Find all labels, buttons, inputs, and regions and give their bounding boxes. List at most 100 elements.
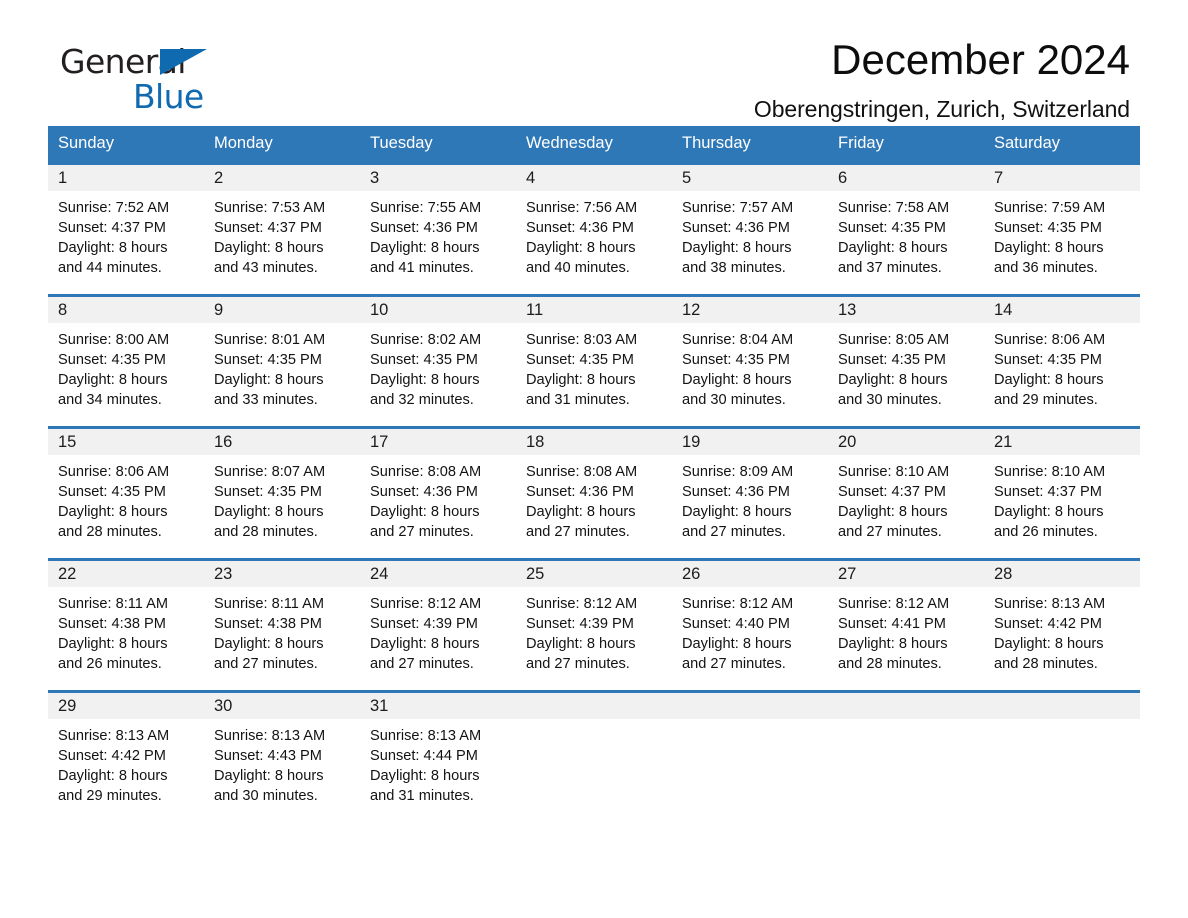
day-cell-body: 22 Sunrise: 8:11 AM Sunset: 4:38 PM Dayli… xyxy=(48,561,204,677)
day-cell-body: 3 Sunrise: 7:55 AM Sunset: 4:36 PM Daylig… xyxy=(360,165,516,281)
calendar-day-cell[interactable]: 16 Sunrise: 8:07 AM Sunset: 4:35 PM Dayli… xyxy=(204,429,360,545)
weekday-header-friday: Friday xyxy=(828,126,984,162)
calendar-day-cell[interactable]: 12 Sunrise: 8:04 AM Sunset: 4:35 PM Dayli… xyxy=(672,297,828,413)
weekday-header-thursday: Thursday xyxy=(672,126,828,162)
week-spacer-cell xyxy=(48,545,1140,558)
day-sun-info: Sunrise: 8:09 AM Sunset: 4:36 PM Dayligh… xyxy=(682,464,794,540)
calendar-day-cell[interactable]: 8 Sunrise: 8:00 AM Sunset: 4:35 PM Daylig… xyxy=(48,297,204,413)
calendar-day-cell[interactable]: 7 Sunrise: 7:59 AM Sunset: 4:35 PM Daylig… xyxy=(984,165,1140,281)
day-cell-body: 24 Sunrise: 8:12 AM Sunset: 4:39 PM Dayli… xyxy=(360,561,516,677)
day-cell-body: 2 Sunrise: 7:53 AM Sunset: 4:37 PM Daylig… xyxy=(204,165,360,281)
calendar-day-cell[interactable]: 23 Sunrise: 8:11 AM Sunset: 4:38 PM Dayli… xyxy=(204,561,360,677)
day-cell-body: 14 Sunrise: 8:06 AM Sunset: 4:35 PM Dayli… xyxy=(984,297,1140,413)
week-spacer-cell xyxy=(48,677,1140,690)
generalblue-logo[interactable]: General Blue xyxy=(60,45,260,117)
day-number: 26 xyxy=(672,561,828,587)
day-number: 6 xyxy=(828,165,984,191)
day-sun-info: Sunrise: 7:58 AM Sunset: 4:35 PM Dayligh… xyxy=(838,200,950,276)
day-number: 13 xyxy=(828,297,984,323)
calendar-day-cell[interactable]: 5 Sunrise: 7:57 AM Sunset: 4:36 PM Daylig… xyxy=(672,165,828,281)
day-sun-info: Sunrise: 8:01 AM Sunset: 4:35 PM Dayligh… xyxy=(214,332,326,408)
day-number xyxy=(984,693,1140,719)
calendar-week-row: 29 Sunrise: 8:13 AM Sunset: 4:42 PM Dayli… xyxy=(48,693,1140,809)
day-cell-body: 6 Sunrise: 7:58 AM Sunset: 4:35 PM Daylig… xyxy=(828,165,984,281)
day-number: 1 xyxy=(48,165,204,191)
logo-text-general: General xyxy=(60,45,260,78)
calendar-day-cell[interactable]: 20 Sunrise: 8:10 AM Sunset: 4:37 PM Dayli… xyxy=(828,429,984,545)
day-sun-info: Sunrise: 8:10 AM Sunset: 4:37 PM Dayligh… xyxy=(994,464,1106,540)
day-cell-body: 7 Sunrise: 7:59 AM Sunset: 4:35 PM Daylig… xyxy=(984,165,1140,281)
weekday-header-tuesday: Tuesday xyxy=(360,126,516,162)
day-sun-info: Sunrise: 8:02 AM Sunset: 4:35 PM Dayligh… xyxy=(370,332,482,408)
day-sun-info xyxy=(984,719,1140,726)
day-cell-body: 4 Sunrise: 7:56 AM Sunset: 4:36 PM Daylig… xyxy=(516,165,672,281)
day-cell-body: 31 Sunrise: 8:13 AM Sunset: 4:44 PM Dayli… xyxy=(360,693,516,809)
day-number xyxy=(672,693,828,719)
calendar-day-cell[interactable]: 15 Sunrise: 8:06 AM Sunset: 4:35 PM Dayli… xyxy=(48,429,204,545)
day-sun-info: Sunrise: 8:06 AM Sunset: 4:35 PM Dayligh… xyxy=(994,332,1106,408)
day-cell-body: 8 Sunrise: 8:00 AM Sunset: 4:35 PM Daylig… xyxy=(48,297,204,413)
day-number: 30 xyxy=(204,693,360,719)
calendar-week-row: 8 Sunrise: 8:00 AM Sunset: 4:35 PM Daylig… xyxy=(48,297,1140,413)
day-cell-body: 30 Sunrise: 8:13 AM Sunset: 4:43 PM Dayli… xyxy=(204,693,360,809)
day-number xyxy=(828,693,984,719)
day-cell-body: 28 Sunrise: 8:13 AM Sunset: 4:42 PM Dayli… xyxy=(984,561,1140,677)
calendar-day-cell[interactable]: 1 Sunrise: 7:52 AM Sunset: 4:37 PM Daylig… xyxy=(48,165,204,281)
calendar-grid: Sunday Monday Tuesday Wednesday Thursday… xyxy=(48,126,1140,809)
day-cell-body: 10 Sunrise: 8:02 AM Sunset: 4:35 PM Dayli… xyxy=(360,297,516,413)
day-number: 28 xyxy=(984,561,1140,587)
day-number: 11 xyxy=(516,297,672,323)
blue-triangle-icon xyxy=(160,49,207,75)
calendar-day-cell[interactable]: 6 Sunrise: 7:58 AM Sunset: 4:35 PM Daylig… xyxy=(828,165,984,281)
day-sun-info: Sunrise: 8:08 AM Sunset: 4:36 PM Dayligh… xyxy=(370,464,482,540)
calendar-day-cell[interactable]: 21 Sunrise: 8:10 AM Sunset: 4:37 PM Dayli… xyxy=(984,429,1140,545)
day-number: 4 xyxy=(516,165,672,191)
calendar-day-cell[interactable]: 9 Sunrise: 8:01 AM Sunset: 4:35 PM Daylig… xyxy=(204,297,360,413)
day-sun-info: Sunrise: 7:55 AM Sunset: 4:36 PM Dayligh… xyxy=(370,200,482,276)
calendar-day-cell[interactable]: 24 Sunrise: 8:12 AM Sunset: 4:39 PM Dayli… xyxy=(360,561,516,677)
calendar-day-cell[interactable]: 18 Sunrise: 8:08 AM Sunset: 4:36 PM Dayli… xyxy=(516,429,672,545)
calendar-day-cell[interactable]: 2 Sunrise: 7:53 AM Sunset: 4:37 PM Daylig… xyxy=(204,165,360,281)
calendar-day-cell[interactable]: 13 Sunrise: 8:05 AM Sunset: 4:35 PM Dayli… xyxy=(828,297,984,413)
calendar-day-cell[interactable]: 19 Sunrise: 8:09 AM Sunset: 4:36 PM Dayli… xyxy=(672,429,828,545)
calendar-week-row: 15 Sunrise: 8:06 AM Sunset: 4:35 PM Dayli… xyxy=(48,429,1140,545)
calendar-day-cell[interactable]: 29 Sunrise: 8:13 AM Sunset: 4:42 PM Dayli… xyxy=(48,693,204,809)
day-cell-body: 12 Sunrise: 8:04 AM Sunset: 4:35 PM Dayli… xyxy=(672,297,828,413)
logo-blue-label: Blue xyxy=(133,77,204,116)
day-number: 9 xyxy=(204,297,360,323)
calendar-day-cell[interactable]: 26 Sunrise: 8:12 AM Sunset: 4:40 PM Dayli… xyxy=(672,561,828,677)
day-sun-info: Sunrise: 8:03 AM Sunset: 4:35 PM Dayligh… xyxy=(526,332,638,408)
day-sun-info: Sunrise: 7:59 AM Sunset: 4:35 PM Dayligh… xyxy=(994,200,1106,276)
calendar-day-cell[interactable]: 25 Sunrise: 8:12 AM Sunset: 4:39 PM Dayli… xyxy=(516,561,672,677)
calendar-empty-cell xyxy=(984,693,1140,809)
calendar-day-cell[interactable]: 27 Sunrise: 8:12 AM Sunset: 4:41 PM Dayli… xyxy=(828,561,984,677)
day-number: 10 xyxy=(360,297,516,323)
day-number: 12 xyxy=(672,297,828,323)
calendar-day-cell[interactable]: 30 Sunrise: 8:13 AM Sunset: 4:43 PM Dayli… xyxy=(204,693,360,809)
day-number: 23 xyxy=(204,561,360,587)
week-spacer-cell xyxy=(48,281,1140,294)
day-cell-body: 5 Sunrise: 7:57 AM Sunset: 4:36 PM Daylig… xyxy=(672,165,828,281)
calendar-day-cell[interactable]: 22 Sunrise: 8:11 AM Sunset: 4:38 PM Dayli… xyxy=(48,561,204,677)
day-sun-info: Sunrise: 8:11 AM Sunset: 4:38 PM Dayligh… xyxy=(58,596,169,672)
day-sun-info: Sunrise: 8:08 AM Sunset: 4:36 PM Dayligh… xyxy=(526,464,638,540)
page-header: General Blue December 2024 Oberengstring… xyxy=(48,0,1140,122)
day-cell-body xyxy=(828,693,984,809)
calendar-day-cell[interactable]: 11 Sunrise: 8:03 AM Sunset: 4:35 PM Dayli… xyxy=(516,297,672,413)
calendar-day-cell[interactable]: 31 Sunrise: 8:13 AM Sunset: 4:44 PM Dayli… xyxy=(360,693,516,809)
day-number: 21 xyxy=(984,429,1140,455)
day-sun-info: Sunrise: 8:13 AM Sunset: 4:43 PM Dayligh… xyxy=(214,728,326,804)
day-sun-info: Sunrise: 8:12 AM Sunset: 4:40 PM Dayligh… xyxy=(682,596,794,672)
calendar-day-cell[interactable]: 17 Sunrise: 8:08 AM Sunset: 4:36 PM Dayli… xyxy=(360,429,516,545)
day-number: 27 xyxy=(828,561,984,587)
calendar-day-cell[interactable]: 4 Sunrise: 7:56 AM Sunset: 4:36 PM Daylig… xyxy=(516,165,672,281)
day-sun-info xyxy=(672,719,828,726)
calendar-week-row: 1 Sunrise: 7:52 AM Sunset: 4:37 PM Daylig… xyxy=(48,165,1140,281)
day-cell-body: 25 Sunrise: 8:12 AM Sunset: 4:39 PM Dayli… xyxy=(516,561,672,677)
calendar-day-cell[interactable]: 10 Sunrise: 8:02 AM Sunset: 4:35 PM Dayli… xyxy=(360,297,516,413)
calendar-day-cell[interactable]: 3 Sunrise: 7:55 AM Sunset: 4:36 PM Daylig… xyxy=(360,165,516,281)
calendar-day-cell[interactable]: 14 Sunrise: 8:06 AM Sunset: 4:35 PM Dayli… xyxy=(984,297,1140,413)
calendar-day-cell[interactable]: 28 Sunrise: 8:13 AM Sunset: 4:42 PM Dayli… xyxy=(984,561,1140,677)
calendar-body: 1 Sunrise: 7:52 AM Sunset: 4:37 PM Daylig… xyxy=(48,162,1140,809)
day-sun-info: Sunrise: 8:13 AM Sunset: 4:42 PM Dayligh… xyxy=(58,728,170,804)
